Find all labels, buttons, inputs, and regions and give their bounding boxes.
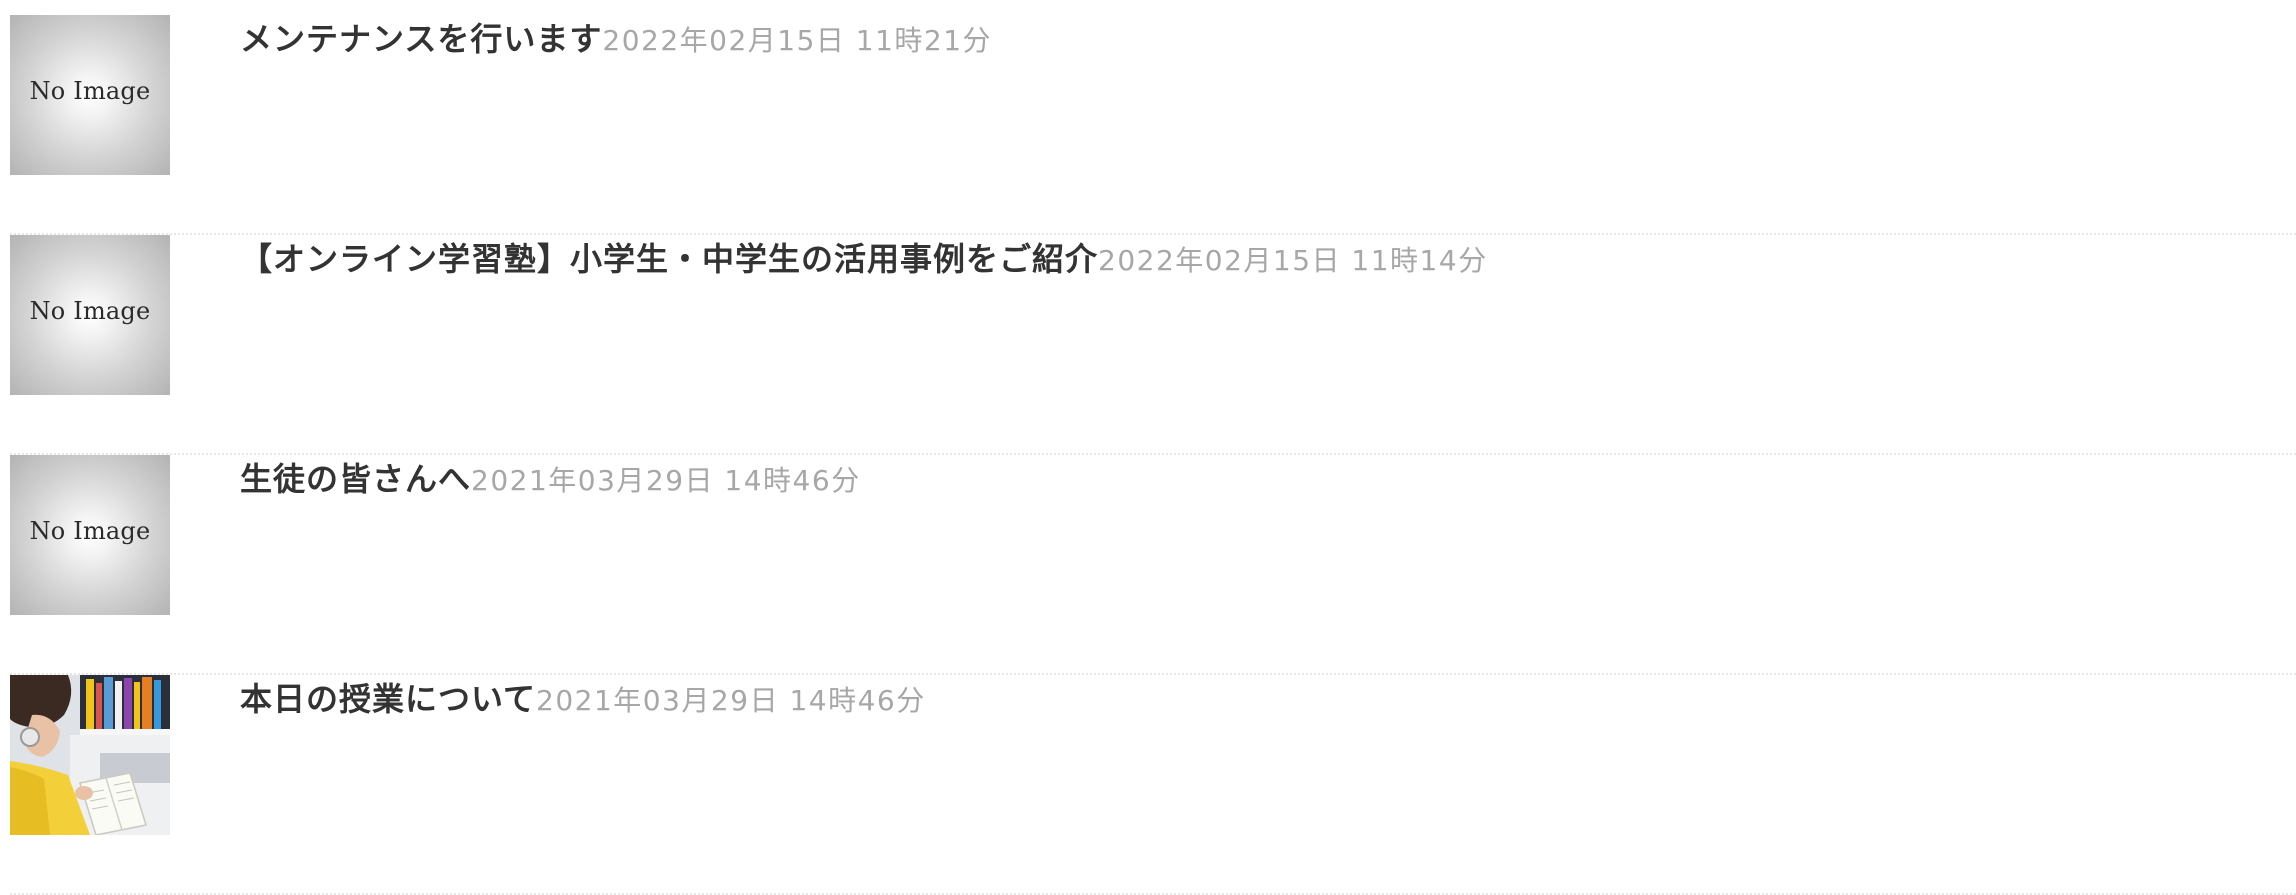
post-thumbnail-photo[interactable] <box>10 675 170 835</box>
no-image-label: No Image <box>29 77 151 105</box>
post-heading: 本日の授業について2021年03月29日 14時46分 <box>240 675 2296 729</box>
post-title-link[interactable]: 本日の授業について <box>240 680 536 718</box>
post-title-link[interactable]: 【オンライン学習塾】小学生・中学生の活用事例をご紹介 <box>240 240 1098 278</box>
student-reading-photo <box>10 675 170 835</box>
post-item[interactable]: 本日の授業について2021年03月29日 14時46分 <box>10 675 2296 895</box>
post-item[interactable]: No Image メンテナンスを行います2022年02月15日 11時21分 <box>10 15 2296 235</box>
post-date: 2022年02月15日 11時14分 <box>1098 244 1488 277</box>
post-date: 2021年03月29日 14時46分 <box>471 464 861 497</box>
no-image-label: No Image <box>29 297 151 325</box>
post-item[interactable]: No Image 【オンライン学習塾】小学生・中学生の活用事例をご紹介2022年… <box>10 235 2296 455</box>
post-thumbnail-no-image[interactable]: No Image <box>10 455 170 615</box>
post-heading: 【オンライン学習塾】小学生・中学生の活用事例をご紹介2022年02月15日 11… <box>240 235 2296 289</box>
post-title-link[interactable]: メンテナンスを行います <box>240 20 602 58</box>
post-heading: メンテナンスを行います2022年02月15日 11時21分 <box>240 15 2296 69</box>
post-heading: 生徒の皆さんへ2021年03月29日 14時46分 <box>240 455 2296 509</box>
post-list: No Image メンテナンスを行います2022年02月15日 11時21分 N… <box>10 15 2296 895</box>
post-thumbnail-no-image[interactable]: No Image <box>10 15 170 175</box>
post-thumbnail-no-image[interactable]: No Image <box>10 235 170 395</box>
no-image-label: No Image <box>29 517 151 545</box>
post-date: 2021年03月29日 14時46分 <box>536 684 926 717</box>
post-title-link[interactable]: 生徒の皆さんへ <box>240 460 471 498</box>
post-item[interactable]: No Image 生徒の皆さんへ2021年03月29日 14時46分 <box>10 455 2296 675</box>
post-date: 2022年02月15日 11時21分 <box>602 24 993 57</box>
